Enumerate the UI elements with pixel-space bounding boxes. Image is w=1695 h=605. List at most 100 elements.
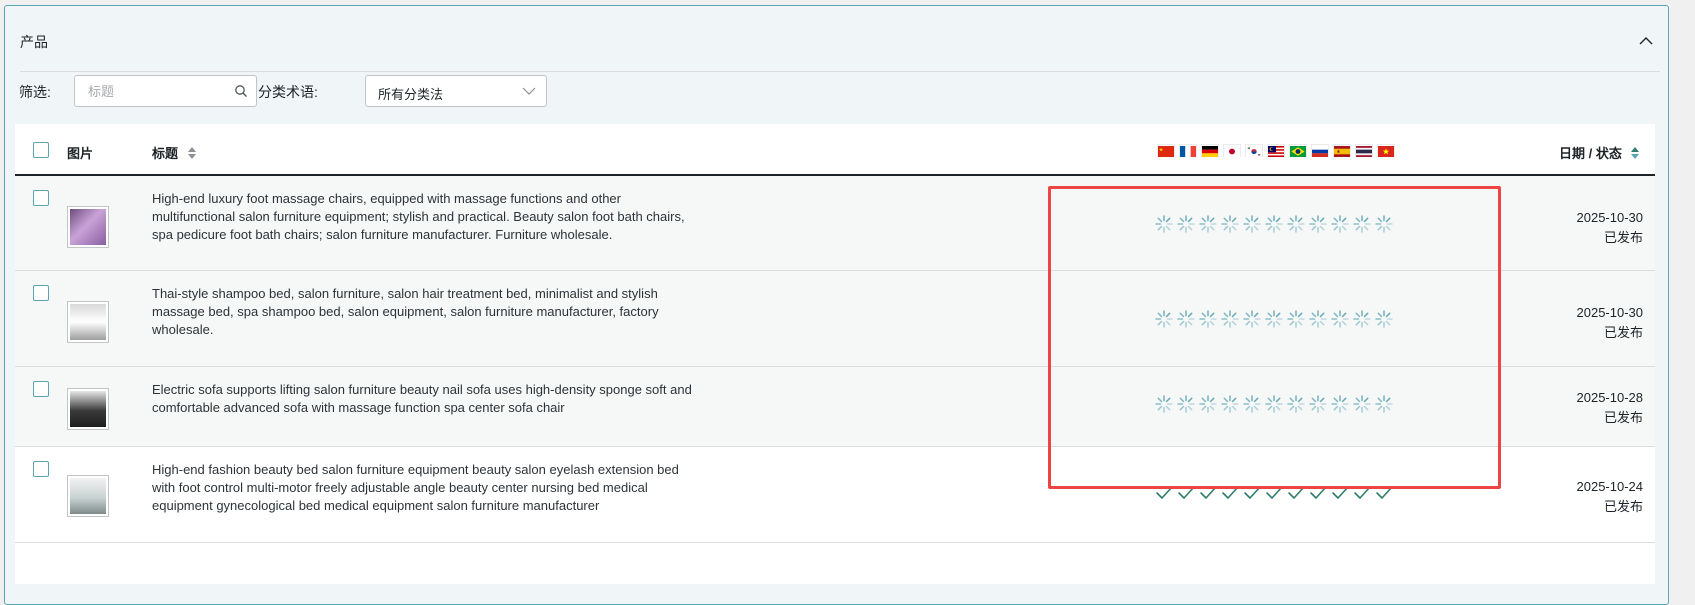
products-table: 图片 标题 日期 / 状态 High-end luxury foot massa… <box>15 124 1655 584</box>
loading-spinner-icon[interactable] <box>1374 214 1394 234</box>
product-image <box>70 209 106 245</box>
product-title-link[interactable]: Electric sofa supports lifting salon fur… <box>152 381 692 417</box>
loading-spinner-icon[interactable] <box>1264 309 1284 329</box>
loading-spinner-icon[interactable] <box>1286 214 1306 234</box>
search-box[interactable] <box>74 75 257 107</box>
japan-flag-icon <box>1223 144 1241 157</box>
product-title-link[interactable]: Thai-style shampoo bed, salon furniture,… <box>152 285 692 339</box>
translation-status-group <box>1154 394 1424 416</box>
taxonomy-select-value: 所有分类法 <box>378 87 444 102</box>
row-checkbox[interactable] <box>33 285 49 301</box>
loading-spinner-icon[interactable] <box>1374 309 1394 329</box>
product-image <box>70 304 106 340</box>
table-row: High-end fashion beauty bed salon furnit… <box>15 447 1655 543</box>
check-icon[interactable] <box>1220 483 1240 503</box>
loading-spinner-icon[interactable] <box>1330 394 1350 414</box>
table-row: High-end luxury foot massage chairs, equ… <box>15 176 1655 271</box>
loading-spinner-icon[interactable] <box>1330 214 1350 234</box>
loading-spinner-icon[interactable] <box>1220 309 1240 329</box>
check-icon[interactable] <box>1374 483 1394 503</box>
loading-spinner-icon[interactable] <box>1154 394 1174 414</box>
product-thumbnail[interactable] <box>67 301 109 343</box>
status-text: 已发布 <box>1603 325 1643 340</box>
loading-spinner-icon[interactable] <box>1242 214 1262 234</box>
product-thumbnail[interactable] <box>67 206 109 248</box>
loading-spinner-icon[interactable] <box>1286 394 1306 414</box>
publish-date: 2025-10-30 <box>1576 210 1644 225</box>
loading-spinner-icon[interactable] <box>1198 309 1218 329</box>
germany-flag-icon <box>1201 144 1219 157</box>
check-icon[interactable] <box>1352 483 1372 503</box>
loading-spinner-icon[interactable] <box>1154 309 1174 329</box>
taxonomy-select[interactable]: 所有分类法 <box>365 75 547 107</box>
loading-spinner-icon[interactable] <box>1308 214 1328 234</box>
row-checkbox[interactable] <box>33 461 49 477</box>
filter-label: 筛选: <box>19 84 51 100</box>
sort-icon <box>187 147 196 159</box>
product-image <box>70 478 106 514</box>
table-row: Electric sofa supports lifting salon fur… <box>15 367 1655 447</box>
loading-spinner-icon[interactable] <box>1242 394 1262 414</box>
loading-spinner-icon[interactable] <box>1176 394 1196 414</box>
loading-spinner-icon[interactable] <box>1154 214 1174 234</box>
loading-spinner-icon[interactable] <box>1220 394 1240 414</box>
thailand-flag-icon <box>1355 144 1373 157</box>
check-icon[interactable] <box>1176 483 1196 503</box>
product-thumbnail[interactable] <box>67 475 109 517</box>
korea-flag-icon <box>1245 144 1263 157</box>
date-status-cell: 2025-10-30 已发布 <box>1577 303 1644 343</box>
check-icon[interactable] <box>1286 483 1306 503</box>
check-icon[interactable] <box>1198 483 1218 503</box>
image-column-header: 图片 <box>67 146 94 161</box>
taxonomy-label: 分类术语: <box>258 84 318 100</box>
translation-status-group <box>1154 483 1424 505</box>
date-status-column-label: 日期 / 状态 <box>1559 146 1622 161</box>
panel-header: 产品 <box>20 24 1660 72</box>
title-column-header[interactable]: 标题 <box>152 143 196 162</box>
row-checkbox[interactable] <box>33 381 49 397</box>
loading-spinner-icon[interactable] <box>1198 394 1218 414</box>
check-icon[interactable] <box>1308 483 1328 503</box>
date-status-cell: 2025-10-24 已发布 <box>1577 477 1644 517</box>
product-image <box>70 391 106 427</box>
check-icon[interactable] <box>1242 483 1262 503</box>
china-flag-icon <box>1157 144 1175 157</box>
select-all-checkbox[interactable] <box>33 142 49 158</box>
check-icon[interactable] <box>1154 483 1174 503</box>
sort-icon <box>1631 147 1640 159</box>
date-status-cell: 2025-10-30 已发布 <box>1577 208 1644 248</box>
russia-flag-icon <box>1311 144 1329 157</box>
title-search-input[interactable] <box>76 77 226 105</box>
loading-spinner-icon[interactable] <box>1198 214 1218 234</box>
loading-spinner-icon[interactable] <box>1352 394 1372 414</box>
loading-spinner-icon[interactable] <box>1264 214 1284 234</box>
loading-spinner-icon[interactable] <box>1220 214 1240 234</box>
translation-status-group <box>1154 214 1424 236</box>
status-text: 已发布 <box>1603 410 1643 425</box>
loading-spinner-icon[interactable] <box>1176 214 1196 234</box>
loading-spinner-icon[interactable] <box>1352 309 1372 329</box>
search-icon[interactable] <box>234 84 248 98</box>
loading-spinner-icon[interactable] <box>1330 309 1350 329</box>
check-icon[interactable] <box>1330 483 1350 503</box>
loading-spinner-icon[interactable] <box>1374 394 1394 414</box>
france-flag-icon <box>1179 144 1197 157</box>
loading-spinner-icon[interactable] <box>1308 309 1328 329</box>
date-status-column-header[interactable]: 日期 / 状态 <box>1559 143 1640 162</box>
loading-spinner-icon[interactable] <box>1242 309 1262 329</box>
loading-spinner-icon[interactable] <box>1308 394 1328 414</box>
translation-status-group <box>1154 309 1424 331</box>
loading-spinner-icon[interactable] <box>1176 309 1196 329</box>
publish-date: 2025-10-24 <box>1576 479 1644 494</box>
product-thumbnail[interactable] <box>67 388 109 430</box>
row-checkbox[interactable] <box>33 190 49 206</box>
publish-date: 2025-10-30 <box>1576 305 1644 320</box>
loading-spinner-icon[interactable] <box>1352 214 1372 234</box>
status-text: 已发布 <box>1603 230 1643 245</box>
collapse-button[interactable] <box>1635 30 1657 52</box>
check-icon[interactable] <box>1264 483 1284 503</box>
loading-spinner-icon[interactable] <box>1264 394 1284 414</box>
product-title-link[interactable]: High-end luxury foot massage chairs, equ… <box>152 190 692 244</box>
product-title-link[interactable]: High-end fashion beauty bed salon furnit… <box>152 461 692 515</box>
loading-spinner-icon[interactable] <box>1286 309 1306 329</box>
